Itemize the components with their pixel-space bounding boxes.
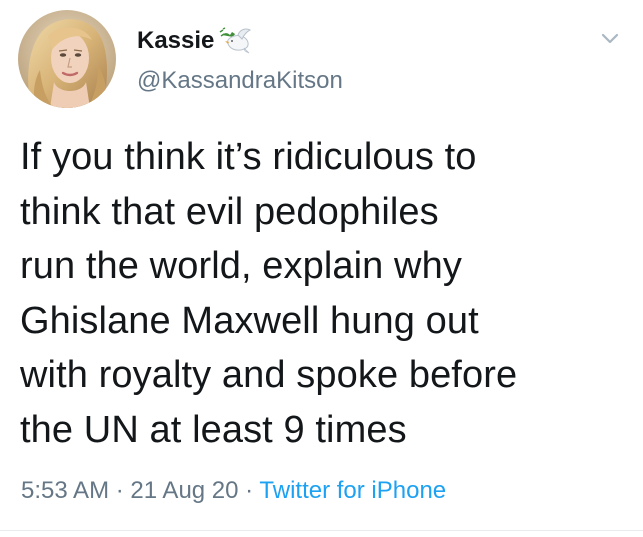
chevron-down-icon[interactable] [597, 26, 623, 52]
meta-separator: · [109, 477, 131, 504]
author-handle[interactable]: @KassandraKitson [137, 66, 343, 96]
author-display-name[interactable]: Kassie [137, 24, 214, 58]
tweet-text: If you think it’s ridiculous to think th… [20, 136, 518, 451]
dove-icon [218, 26, 252, 56]
tweet-card: Kassie @KassandraKitson If you think it’… [0, 0, 643, 537]
author-name-row: Kassie [137, 24, 252, 58]
avatar[interactable] [18, 10, 116, 108]
divider [0, 530, 643, 531]
tweet-date[interactable]: 21 Aug 20 [130, 477, 238, 504]
avatar-photo [18, 10, 116, 108]
meta-separator: · [238, 477, 260, 504]
tweet-time[interactable]: 5:53 AM [21, 477, 109, 504]
tweet-metadata: 5:53 AM · 21 Aug 20 · Twitter for iPhone [21, 474, 446, 508]
tweet-source-link[interactable]: Twitter for iPhone [259, 477, 446, 504]
